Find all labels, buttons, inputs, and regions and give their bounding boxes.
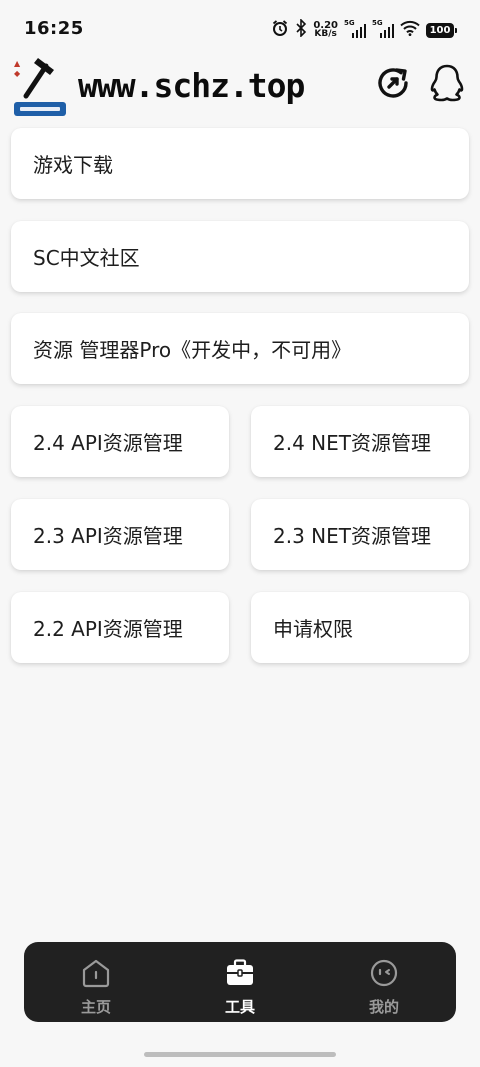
- status-time: 16:25: [24, 18, 84, 39]
- signal-icon: 5G: [344, 19, 366, 38]
- profile-face-icon: [368, 958, 400, 992]
- nav-mine-label: 我的: [368, 998, 399, 1016]
- wifi-icon: [400, 20, 420, 40]
- refresh-button[interactable]: [372, 64, 414, 106]
- nav-tools-label: 工具: [224, 998, 255, 1016]
- bottom-nav: 主页 工具 我的: [24, 942, 456, 1022]
- toolbox-icon: [224, 958, 256, 992]
- qq-icon: [429, 63, 465, 107]
- api-24-card[interactable]: 2.4 API资源管理: [11, 406, 229, 477]
- bluetooth-icon: [295, 18, 307, 41]
- home-icon: [80, 958, 112, 992]
- nav-tools[interactable]: 工具: [168, 942, 312, 1022]
- status-bar: 16:25 0.20 KB/s 5G 5G 100: [0, 0, 480, 52]
- resource-manager-pro-card[interactable]: 资源 管理器Pro《开发中，不可用》: [11, 313, 469, 384]
- nav-mine[interactable]: 我的: [312, 942, 456, 1022]
- svg-text:◆: ◆: [14, 69, 21, 78]
- sc-community-card[interactable]: SC中文社区: [11, 221, 469, 292]
- nav-home[interactable]: 主页: [24, 942, 168, 1022]
- signal-icon: 5G: [372, 19, 394, 38]
- net-23-card[interactable]: 2.3 NET资源管理: [251, 499, 469, 570]
- home-indicator[interactable]: [144, 1052, 336, 1057]
- api-23-card[interactable]: 2.3 API资源管理: [11, 499, 229, 570]
- network-speed: 0.20 KB/s: [313, 20, 338, 39]
- site-title: www.schz.top: [78, 66, 305, 105]
- app-header: ▲ ◆ www.schz.top: [0, 52, 480, 124]
- screen: 16:25 0.20 KB/s 5G 5G 100 ▲ ◆ www.schz.t…: [0, 0, 480, 1067]
- nav-home-label: 主页: [80, 998, 111, 1016]
- hammer-logo-icon: ▲ ◆: [12, 52, 68, 118]
- status-icons: 0.20 KB/s 5G 5G 100: [271, 18, 457, 42]
- battery-indicator: 100: [426, 22, 457, 38]
- game-download-card[interactable]: 游戏下载: [11, 128, 469, 199]
- refresh-icon: [373, 63, 413, 107]
- api-22-card[interactable]: 2.2 API资源管理: [11, 592, 229, 663]
- alarm-icon: [271, 19, 289, 41]
- svg-text:▲: ▲: [14, 59, 21, 68]
- request-permission-card[interactable]: 申请权限: [251, 592, 469, 663]
- net-24-card[interactable]: 2.4 NET资源管理: [251, 406, 469, 477]
- qq-button[interactable]: [426, 64, 468, 106]
